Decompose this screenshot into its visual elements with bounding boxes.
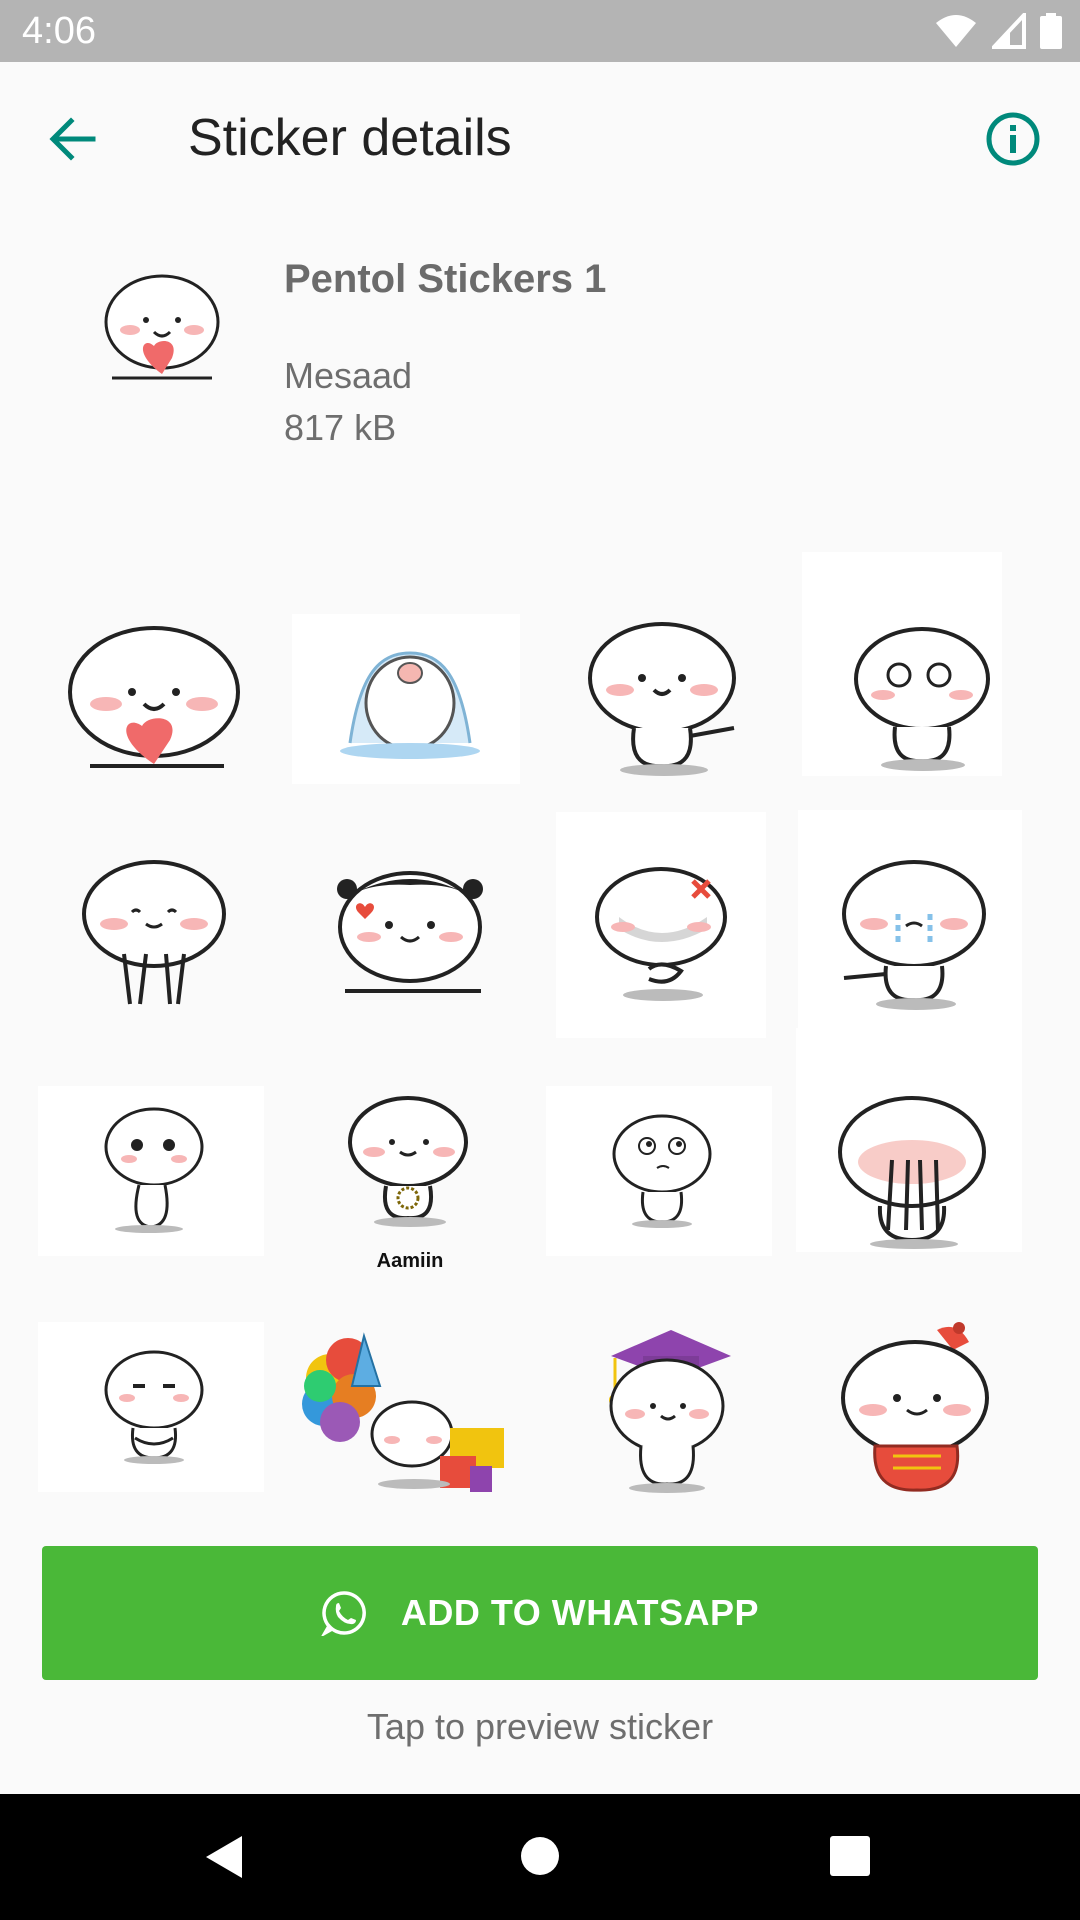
battery-icon [1040, 13, 1062, 49]
sticker-item[interactable] [294, 1292, 526, 1520]
navigation-bar [0, 1794, 1080, 1920]
sticker-item[interactable] [38, 820, 270, 1048]
add-to-whatsapp-button[interactable]: ADD TO WHATSAPP [42, 1546, 1038, 1680]
sticker-pigtails [337, 871, 483, 993]
sticker-caption: Aamiin [376, 1250, 444, 1272]
page-title: Sticker details [188, 109, 512, 167]
status-bar: 4:06 [0, 0, 1080, 62]
sticker-item[interactable] [294, 820, 526, 1048]
nav-home-icon[interactable] [520, 1836, 560, 1876]
sticker-blushing [838, 1096, 986, 1249]
sticker-item[interactable] [38, 1292, 270, 1520]
sticker-surprised [854, 627, 990, 771]
sticker-item[interactable] [546, 1056, 778, 1284]
sticker-item[interactable] [796, 1028, 1028, 1284]
tray-icon [104, 274, 220, 380]
whatsapp-icon [321, 1591, 366, 1636]
sticker-item[interactable] [548, 584, 780, 812]
sticker-smug [104, 1350, 204, 1464]
sticker-birthday [302, 1332, 504, 1492]
add-button-label: ADD TO WHATSAPP [400, 1592, 760, 1633]
sticker-pack-header: Pentol Stickers 1 Mesaad 817 kB [0, 212, 1080, 512]
wifi-icon [936, 15, 976, 47]
signal-icon [992, 13, 1026, 49]
preview-hint: Tap to preview sticker [366, 1706, 714, 1747]
sticker-item[interactable] [802, 1292, 1034, 1520]
sticker-chinese-new-year [841, 1322, 989, 1492]
sticker-item[interactable] [802, 552, 1038, 812]
pack-publisher: Mesaad [284, 355, 413, 396]
nav-recents-icon[interactable] [830, 1836, 870, 1876]
nav-back-icon[interactable] [204, 1834, 244, 1880]
app-bar: Sticker details [0, 62, 1080, 212]
sticker-praying [348, 1096, 468, 1227]
status-time: 4:06 [22, 10, 96, 52]
sticker-item[interactable] [38, 1056, 270, 1284]
sticker-item[interactable] [796, 810, 1028, 1048]
sticker-item[interactable]: Aamiin [294, 1056, 526, 1284]
sticker-tearful [842, 860, 986, 1010]
sticker-grid: Aamiin [38, 552, 1042, 1504]
sticker-item[interactable] [292, 584, 526, 812]
sticker-angry [595, 867, 727, 1001]
sticker-graduation [609, 1330, 731, 1493]
pack-name: Pentol Stickers 1 [284, 257, 607, 301]
sticker-pointing [588, 622, 736, 776]
sticker-pleading [104, 1107, 204, 1233]
pack-size: 817 kB [284, 407, 397, 448]
info-circle-icon [986, 112, 1040, 166]
sticker-item[interactable] [38, 584, 270, 812]
arrow-left-icon [49, 117, 96, 161]
sticker-item[interactable] [548, 812, 780, 1048]
back-button[interactable] [38, 104, 108, 174]
sticker-crying [340, 651, 480, 759]
info-button[interactable] [976, 102, 1050, 176]
sticker-shy [82, 860, 226, 1005]
sticker-item[interactable] [550, 1292, 782, 1520]
sticker-thinking [612, 1114, 712, 1228]
sticker-love-heart [68, 626, 240, 768]
